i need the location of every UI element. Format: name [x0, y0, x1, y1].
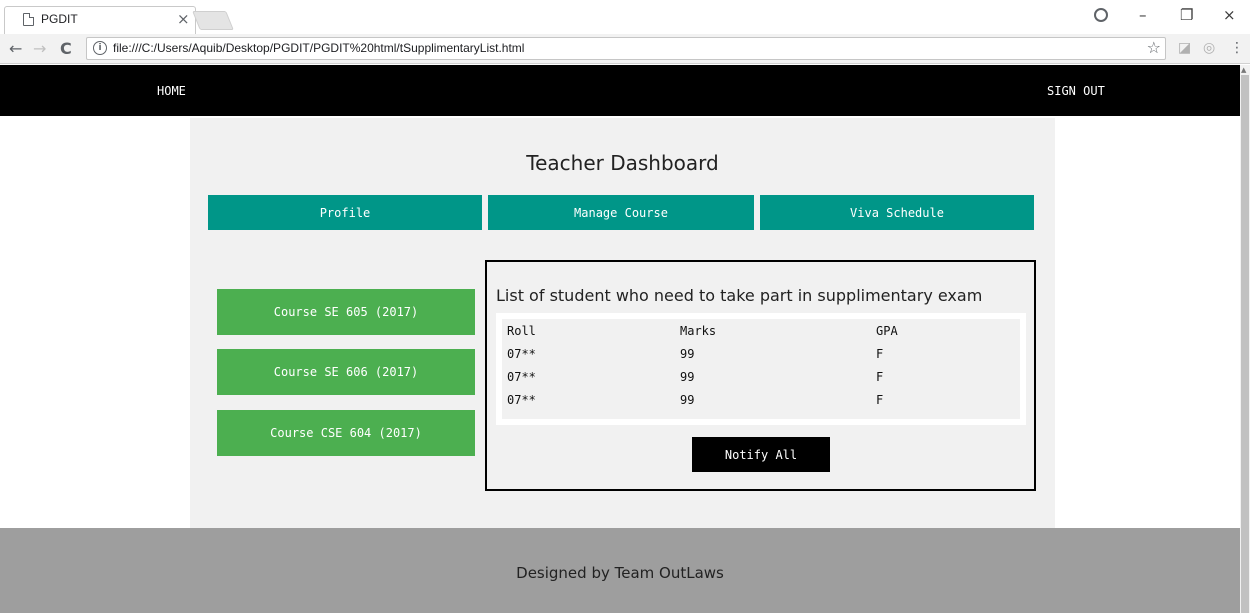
bookmark-star-icon[interactable]: ☆	[1147, 38, 1161, 57]
address-bar[interactable]: i file:///C:/Users/Aquib/Desktop/PGDIT/P…	[86, 37, 1166, 60]
marks-cell: 99	[680, 346, 695, 361]
table-row: 07** 99 F	[502, 342, 1020, 365]
back-icon[interactable]: ←	[9, 39, 22, 58]
column-header-roll: Roll	[507, 323, 536, 338]
roll-cell: 07**	[507, 346, 536, 361]
course-se-606-button[interactable]: Course SE 606 (2017)	[217, 349, 475, 395]
table-row: 07** 99 F	[502, 365, 1020, 388]
table-header-row: Roll Marks GPA	[502, 319, 1020, 342]
student-table: Roll Marks GPA 07** 99 F 07** 99 F 07** …	[502, 319, 1020, 411]
roll-cell: 07**	[507, 392, 536, 407]
home-link[interactable]: HOME	[157, 84, 186, 98]
course-cse-604-button[interactable]: Course CSE 604 (2017)	[217, 410, 475, 456]
notify-all-button[interactable]: Notify All	[692, 437, 830, 472]
tab-title: PGDIT	[41, 12, 78, 26]
sign-out-link[interactable]: SIGN OUT	[1047, 84, 1105, 98]
extension-icon[interactable]: ◪	[1178, 40, 1191, 56]
browser-toolbar: ← → C i file:///C:/Users/Aquib/Desktop/P…	[0, 34, 1250, 64]
url-text[interactable]: file:///C:/Users/Aquib/Desktop/PGDIT/PGD…	[113, 41, 524, 55]
tab-viva-schedule[interactable]: Viva Schedule	[760, 195, 1034, 230]
gpa-cell: F	[876, 346, 884, 361]
gpa-cell: F	[876, 369, 884, 384]
scrollbar-thumb[interactable]	[1241, 75, 1249, 613]
page-title: Teacher Dashboard	[526, 151, 719, 175]
footer: Designed by Team OutLaws	[0, 528, 1240, 613]
roll-cell: 07**	[507, 369, 536, 384]
tab-profile[interactable]: Profile	[208, 195, 482, 230]
tab-close-icon[interactable]: ×	[177, 10, 190, 28]
profile-icon[interactable]	[1094, 8, 1108, 22]
browser-tab[interactable]: PGDIT ×	[4, 6, 196, 34]
supplementary-list-box: List of student who need to take part in…	[485, 260, 1036, 491]
menu-icon[interactable]: ⋮	[1230, 40, 1244, 56]
top-navbar: HOME SIGN OUT	[0, 65, 1240, 116]
forward-icon[interactable]: →	[33, 39, 46, 58]
page-icon	[23, 13, 34, 26]
reload-icon[interactable]: C	[60, 39, 72, 58]
course-se-605-button[interactable]: Course SE 605 (2017)	[217, 289, 475, 335]
student-table-wrapper: Roll Marks GPA 07** 99 F 07** 99 F 07** …	[496, 313, 1026, 425]
column-header-marks: Marks	[680, 323, 717, 338]
browser-tabstrip: PGDIT × – ❐ ×	[0, 0, 1250, 34]
column-header-gpa: GPA	[876, 323, 898, 338]
tab-manage-course[interactable]: Manage Course	[488, 195, 754, 230]
page-viewport: HOME SIGN OUT Teacher Dashboard Profile …	[0, 65, 1240, 613]
restore-icon[interactable]: ❐	[1180, 6, 1193, 24]
extension-icon-2[interactable]: ◎	[1203, 40, 1215, 56]
footer-text: Designed by Team OutLaws	[516, 564, 724, 582]
gpa-cell: F	[876, 392, 884, 407]
vertical-scrollbar[interactable]: ▲	[1240, 65, 1250, 613]
marks-cell: 99	[680, 392, 695, 407]
table-row: 07** 99 F	[502, 388, 1020, 411]
marks-cell: 99	[680, 369, 695, 384]
scroll-up-icon[interactable]: ▲	[1241, 66, 1246, 74]
window-close-icon[interactable]: ×	[1223, 6, 1236, 24]
new-tab-button[interactable]	[192, 11, 234, 30]
info-icon[interactable]: i	[93, 41, 107, 55]
dashboard-panel: Teacher Dashboard Profile Manage Course …	[190, 118, 1055, 529]
supplementary-heading: List of student who need to take part in…	[496, 286, 983, 305]
minimize-icon[interactable]: –	[1139, 6, 1147, 24]
